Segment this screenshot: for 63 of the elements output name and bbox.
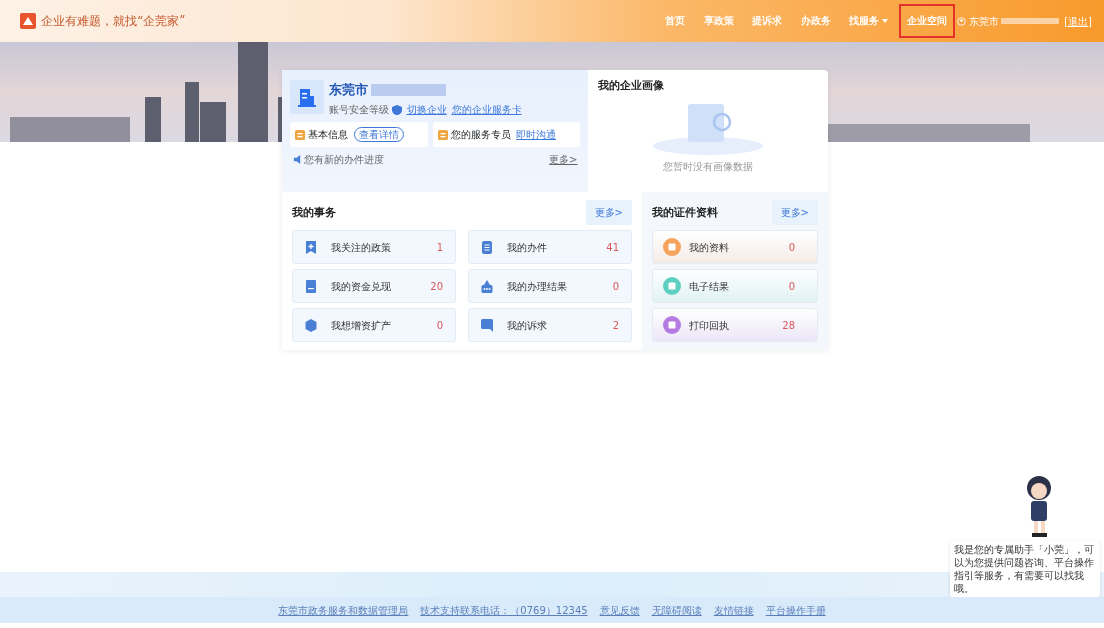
shield-icon xyxy=(391,104,402,115)
footer-link[interactable]: 东莞市政务服务和数据管理局 xyxy=(278,602,409,618)
affair-label: 我关注的政策 xyxy=(331,240,391,255)
section-title: 我的企业画像 xyxy=(598,78,664,93)
logo-icon xyxy=(20,13,36,29)
section-title: 我的证件资料 xyxy=(652,204,718,220)
logout-link[interactable]: [退出] xyxy=(1064,13,1092,29)
info-label: 基本信息 xyxy=(308,128,348,142)
footer-link[interactable]: 平台操作手册 xyxy=(765,602,826,618)
chat-icon xyxy=(481,318,493,332)
item-count: 1 xyxy=(436,240,443,255)
company-link[interactable]: 切换企业 xyxy=(406,102,447,117)
item-count: 41 xyxy=(606,240,619,255)
user-icon xyxy=(957,16,967,26)
info-label: 您的服务专员 xyxy=(450,128,511,142)
document-icon xyxy=(481,240,493,254)
affair-tile[interactable]: 我的资金兑现 20 xyxy=(292,269,456,303)
footer-link[interactable]: 意见反馈 xyxy=(599,602,640,618)
item-count: 0 xyxy=(788,279,795,294)
item-count: 0 xyxy=(788,240,795,255)
affair-tile[interactable]: 我的诉求 2 xyxy=(468,308,632,342)
affair-label: 我的资金兑现 xyxy=(331,279,391,294)
item-count: 28 xyxy=(782,318,795,333)
affair-label: 我的办件 xyxy=(507,240,547,255)
cube-icon xyxy=(305,318,317,332)
certificate-label: 我的资料 xyxy=(689,240,729,255)
affair-label: 我的诉求 xyxy=(507,318,547,333)
bag-icon xyxy=(481,279,493,293)
affair-tile[interactable]: 我想增资扩产 0 xyxy=(292,308,456,342)
company-link[interactable]: 您的企业服务卡 xyxy=(451,102,522,117)
certificate-label: 打印回执 xyxy=(689,318,729,333)
details-button[interactable]: 查看详情 xyxy=(353,127,404,142)
certificate-tile[interactable]: 电子结果 0 xyxy=(652,269,818,303)
item-count: 0 xyxy=(612,279,619,294)
redacted-bar xyxy=(1001,18,1060,24)
affair-label: 我的办理结果 xyxy=(507,279,567,294)
affair-label: 我想增资扩产 xyxy=(331,318,391,333)
certificate-tile[interactable]: 我的资料 0 xyxy=(652,230,818,264)
security-level-label: 账号安全等级 xyxy=(329,103,389,117)
company-name: 东莞市 xyxy=(329,81,368,99)
item-count: 2 xyxy=(612,318,619,333)
progress-notice: 您有新的办件进度 xyxy=(304,153,384,167)
affair-tile[interactable]: 我关注的政策 1 xyxy=(292,230,456,264)
more-link[interactable]: 更多> xyxy=(549,152,578,167)
assistant-message: 我是您的专属助手「小莞」，可以为您提供问题咨询、平台操作指引等服务，有需要可以找我哦。 xyxy=(950,540,1100,598)
section-title: 我的事务 xyxy=(292,204,336,220)
affair-tile[interactable]: 我的办件 41 xyxy=(468,230,632,264)
chat-link[interactable]: 即时沟通 xyxy=(516,127,556,142)
more-button[interactable]: 更多> xyxy=(771,200,818,225)
more-button[interactable]: 更多> xyxy=(585,200,632,225)
item-count: 20 xyxy=(430,279,443,294)
item-count: 0 xyxy=(436,318,443,333)
speaker-icon xyxy=(292,155,302,164)
footer-link[interactable]: 友情链接 xyxy=(713,602,754,618)
certificate-tile[interactable]: 打印回执 28 xyxy=(652,308,818,342)
user-name: 东莞市 xyxy=(968,14,999,29)
site-slogan: 企业有难题，就找“企莞家” xyxy=(41,13,186,30)
certificate-label: 电子结果 xyxy=(689,279,729,294)
affair-tile[interactable]: 我的办理结果 0 xyxy=(468,269,632,303)
building-icon xyxy=(290,80,324,114)
empty-state-text: 您暂时没有画像数据 xyxy=(663,159,753,174)
footer-link[interactable]: 无障碍阅读 xyxy=(651,602,702,618)
footer-link[interactable]: 技术支持联系电话：（0769）12345 xyxy=(420,602,588,618)
